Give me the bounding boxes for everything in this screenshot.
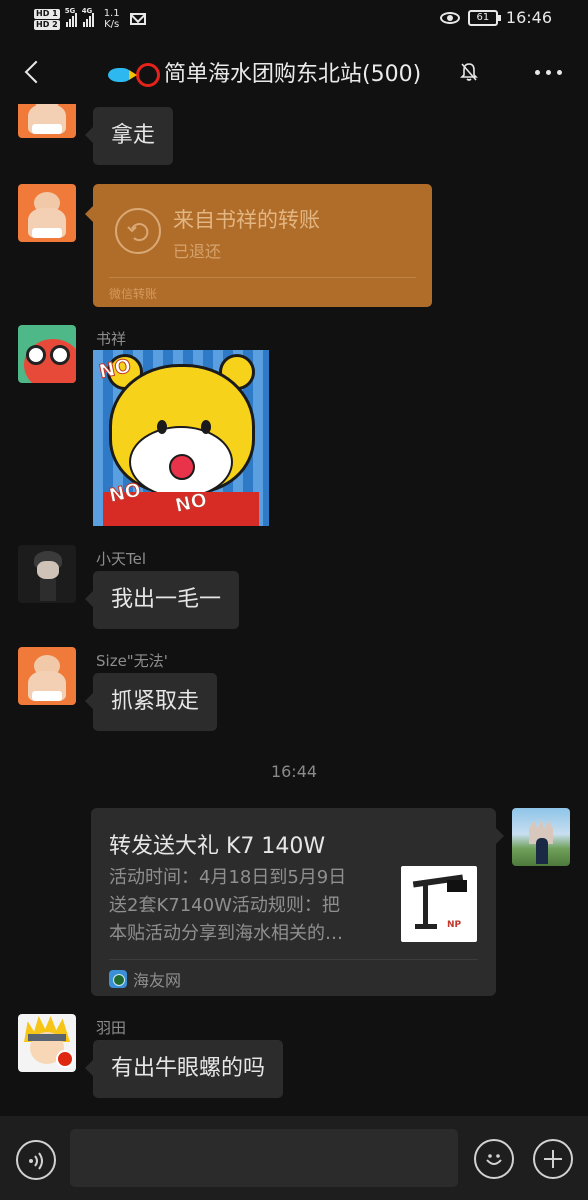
sender-name: 羽田 [96,1019,127,1037]
network-speed: 1.1 K/s [104,8,120,30]
message-input[interactable] [70,1129,458,1187]
input-bar [0,1116,588,1200]
battery-level: 61 [476,11,490,23]
status-right: 61 16:46 [439,8,552,27]
hd2-badge: HD 2 [34,19,60,30]
message-bubble[interactable]: 拿走 [84,107,174,165]
signal-5g-icon: 5G [65,7,77,27]
message-list[interactable]: 拿走 来自书祥的转账 已退还 微信转账 书祥 NO NO NO 小天Tel 我出… [0,104,588,1116]
fish-emoji-icon [108,68,137,82]
chat-header: 简单海水团购东北站(500) [0,40,588,104]
message-bubble[interactable]: 有出牛眼螺的吗 [84,1040,284,1098]
transfer-status: 已退还 [173,242,222,261]
link-card-source: 海友网 [109,967,181,991]
link-card[interactable]: 转发送大礼 K7 140W 活动时间：4月18日到5月9日 送2套K7140W活… [91,808,504,996]
hd1-badge: HD 1 [34,8,60,19]
source-name: 海友网 [133,971,182,990]
avatar[interactable] [18,647,76,705]
more-icon[interactable] [535,70,562,75]
eye-icon [439,11,460,24]
desc-line: 送2套K7140W活动规则：把 [109,895,340,916]
emoji-icon[interactable] [474,1139,514,1179]
avatar[interactable] [18,104,76,138]
voice-icon[interactable] [16,1140,56,1180]
back-icon[interactable] [18,56,48,86]
message-bubble[interactable]: 我出一毛一 [84,571,240,629]
sender-name: Size"无法' [96,652,168,670]
sender-name: 小天Tel [96,550,147,568]
avatar[interactable] [18,325,76,383]
hd-badges: HD 1 HD 2 [34,8,60,30]
red-ring-emoji-icon [136,63,160,87]
transfer-footer: 微信转账 [109,287,158,301]
link-card-thumbnail: NP [401,866,477,942]
link-card-description: 活动时间：4月18日到5月9日 送2套K7140W活动规则：把 本贴活动分享到海… [109,864,379,948]
globe-icon [109,970,127,988]
refund-icon [115,208,161,254]
timestamp: 16:44 [270,762,318,781]
transfer-title: 来自书祥的转账 [173,208,320,232]
message-bubble[interactable]: 抓紧取走 [84,673,218,731]
speed-value: 1.1 [103,8,120,19]
net2-label: 4G [81,7,93,15]
my-avatar[interactable] [512,808,570,866]
chat-title-text: 简单海水团购东北站(500) [164,62,422,87]
avatar[interactable] [18,1014,76,1072]
transfer-card[interactable]: 来自书祥的转账 已退还 微信转账 [85,184,432,307]
tiger-sticker[interactable]: NO NO NO [93,350,269,526]
thumbnail-logo-text: NP [447,920,462,930]
divider [109,277,416,278]
status-time: 16:46 [505,8,552,27]
desc-line: 活动时间：4月18日到5月9日 [109,867,347,888]
speed-unit: K/s [104,19,120,30]
battery-icon: 61 [467,9,501,26]
status-bar: HD 1 HD 2 5G 4G 1.1 K/s 61 16:46 [0,0,588,40]
plus-icon[interactable] [533,1139,573,1179]
link-card-title: 转发送大礼 K7 140W [109,834,326,859]
status-left: HD 1 HD 2 5G 4G 1.1 K/s [34,4,146,34]
muted-bell-icon [460,62,478,82]
chat-title: 简单海水团购东北站(500) [108,56,421,88]
signal-4g-icon: 4G [82,7,94,27]
avatar[interactable] [18,545,76,603]
avatar[interactable] [18,184,76,242]
net1-label: 5G [64,7,76,15]
mail-icon [129,13,146,25]
sender-name: 书祥 [96,330,127,348]
desc-line: 本贴活动分享到海水相关的… [109,923,343,944]
divider [109,959,478,960]
